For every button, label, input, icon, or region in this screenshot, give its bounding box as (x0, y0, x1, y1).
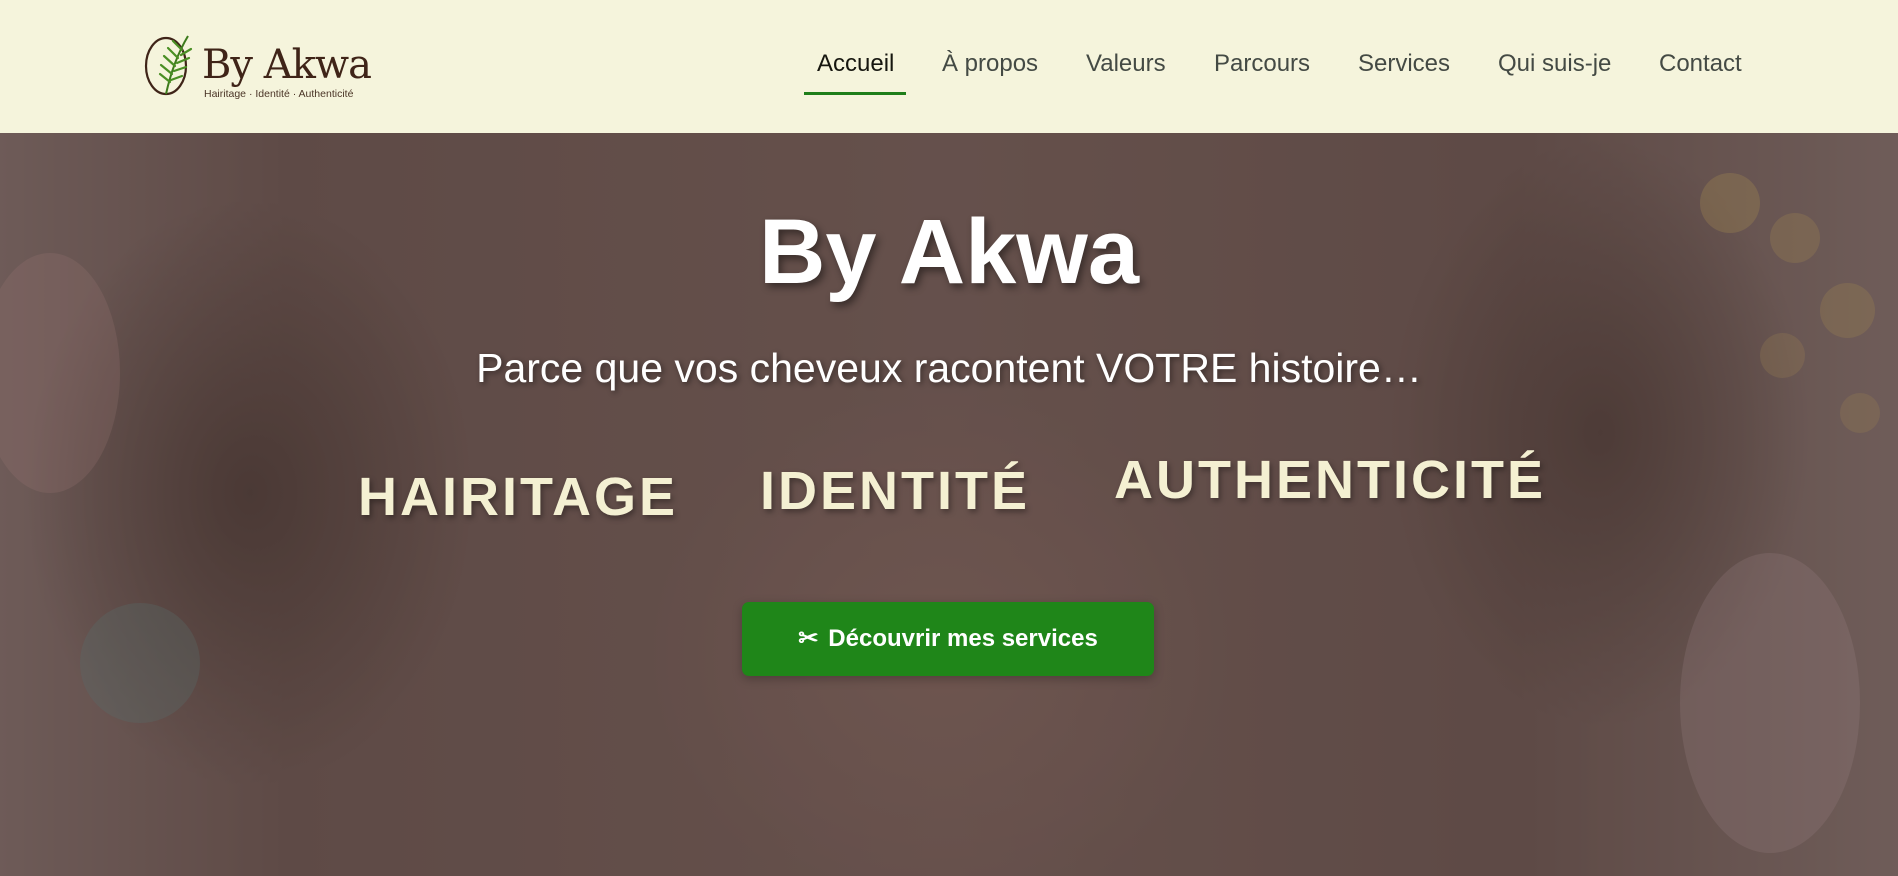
nav-item-contact[interactable]: Contact (1659, 50, 1742, 78)
nav-item-accueil[interactable]: Accueil (817, 50, 894, 78)
nav-item-qui-suis-je[interactable]: Qui suis-je (1498, 50, 1611, 78)
nav-item-valeurs[interactable]: Valeurs (1086, 50, 1166, 78)
site-header: By Akwa Hairitage · Identité · Authentic… (0, 0, 1898, 133)
pillar-authenticite: AUTHENTICITÉ (1114, 450, 1546, 510)
nav-item-services[interactable]: Services (1358, 50, 1450, 78)
active-nav-indicator (804, 92, 906, 95)
main-navigation: Accueil À propos Valeurs Parcours Servic… (0, 0, 1898, 133)
scissors-icon: ✂ (798, 625, 819, 652)
nav-item-parcours[interactable]: Parcours (1214, 50, 1310, 78)
pillar-hairitage: HAIRITAGE (358, 467, 678, 527)
discover-services-button[interactable]: ✂ Découvrir mes services (742, 602, 1154, 676)
pillar-identite: IDENTITÉ (760, 461, 1031, 521)
nav-item-a-propos[interactable]: À propos (942, 50, 1038, 78)
hero-subtitle: Parce que vos cheveux racontent VOTRE hi… (476, 345, 1422, 391)
hero-section: By Akwa Parce que vos cheveux racontent … (0, 133, 1898, 876)
discover-services-label: Découvrir mes services (828, 625, 1098, 652)
hero-title: By Akwa (758, 201, 1140, 303)
